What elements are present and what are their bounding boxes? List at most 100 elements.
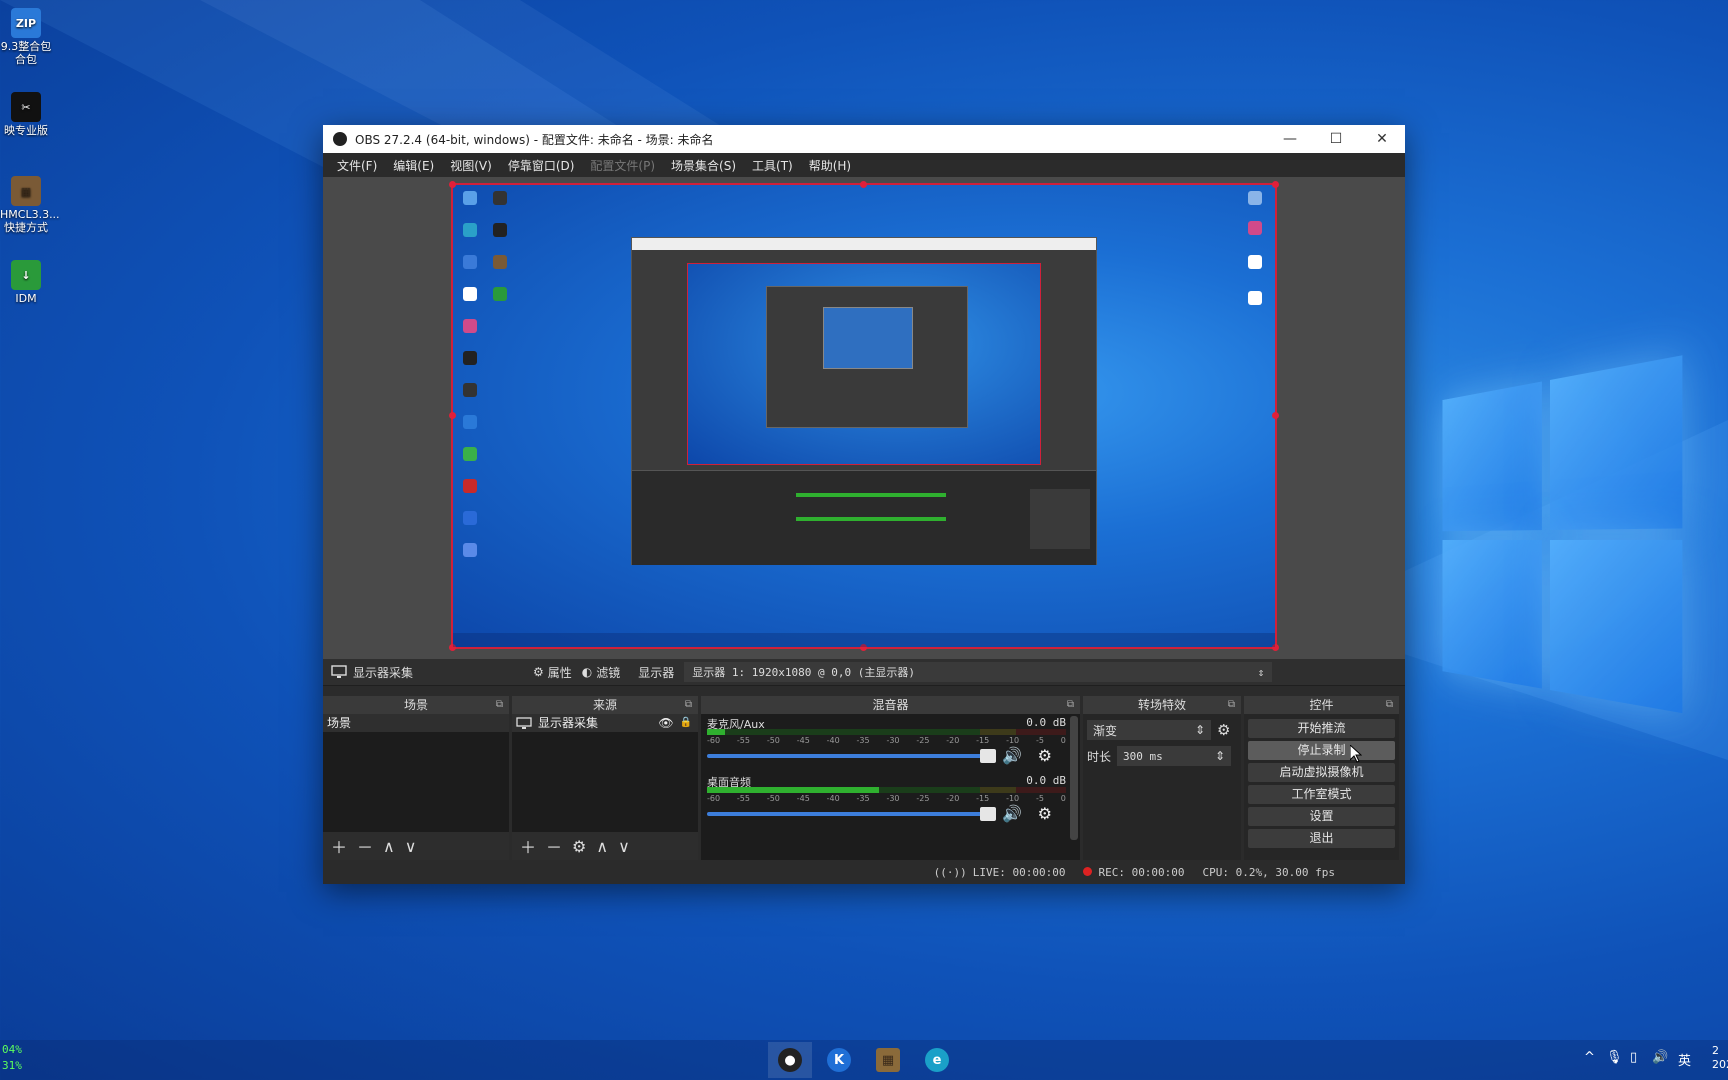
move-down-button[interactable]: ∨ <box>405 837 417 856</box>
mixer-body: 麦克风/Aux 0.0 dB -60 -55 -50 -45 -40 -35 -30 -25-… <box>701 714 1080 860</box>
resize-handle[interactable] <box>449 412 456 419</box>
filter-icon: ◐ <box>581 665 593 679</box>
filters-label: 滤镜 <box>596 665 621 680</box>
properties-label: 属性 <box>547 665 572 680</box>
gear-icon[interactable]: ⚙ <box>1038 746 1052 765</box>
clock[interactable]: 2202 <box>1712 1044 1728 1072</box>
settings-button[interactable]: 设置 <box>1248 807 1395 826</box>
start-virtual-camera-button[interactable]: 启动虚拟摄像机 <box>1248 763 1395 782</box>
volume-slider[interactable] <box>707 749 996 763</box>
resize-handle[interactable] <box>1272 181 1279 188</box>
menu-profile[interactable]: 配置文件(P) <box>582 157 663 174</box>
scenes-dock: 场景 ⧉ 场景 ＋ － ∧ ∨ <box>323 696 509 860</box>
display-capture-preview[interactable] <box>449 181 1279 651</box>
mixer-scrollbar[interactable] <box>1070 716 1078 840</box>
undock-icon[interactable]: ⧉ <box>1228 696 1235 714</box>
speaker-icon[interactable]: 🔊 <box>1002 804 1022 823</box>
add-scene-button[interactable]: ＋ <box>331 834 347 858</box>
undock-icon[interactable]: ⧉ <box>685 696 692 714</box>
close-button[interactable]: ✕ <box>1359 131 1405 147</box>
meter-tick-label: 0 <box>1060 794 1066 803</box>
menu-docks[interactable]: 停靠窗口(D) <box>500 157 583 174</box>
taskbar-app-minecraft[interactable]: ▦ <box>866 1042 910 1078</box>
desktop-icon-capcut[interactable]: ✂ 映专业版 <box>0 92 52 137</box>
sources-list[interactable]: 显示器采集 👁 🔒 <box>512 714 698 832</box>
meter-tick-label: -40 <box>826 736 840 745</box>
minimize-button[interactable]: — <box>1267 131 1313 147</box>
monitor-icon <box>331 665 347 678</box>
mini-desktop-icon <box>1248 221 1262 235</box>
move-up-button[interactable]: ∧ <box>383 837 395 856</box>
tray-overflow-chevron[interactable]: ^ <box>1584 1050 1595 1065</box>
transitions-dock-header: 转场特效 ⧉ <box>1083 696 1241 714</box>
menu-tools[interactable]: 工具(T) <box>744 157 801 174</box>
taskbar-app-edge[interactable]: e <box>915 1042 959 1078</box>
mini-desktop-icon <box>463 351 477 365</box>
speaker-tray-icon[interactable]: 🔊 <box>1652 1050 1668 1065</box>
spin-arrows-icon[interactable]: ⇕ <box>1215 749 1225 763</box>
remove-source-button[interactable]: － <box>546 834 562 858</box>
mini-desktop-icon <box>1248 291 1262 305</box>
transitions-dock: 转场特效 ⧉ 渐变 ⇕ ⚙ 时长 300 ms ⇕ <box>1083 696 1241 860</box>
resize-handle[interactable] <box>449 181 456 188</box>
corner-stats: 04% 31% <box>2 1042 22 1074</box>
scenes-list[interactable]: 场景 <box>323 714 509 832</box>
obs-icon: ● <box>778 1048 802 1072</box>
meter-tick-label: -30 <box>886 794 900 803</box>
cpu-fps-status: CPU: 0.2%, 30.00 fps <box>1202 866 1335 879</box>
lock-icon[interactable]: 🔒 <box>680 714 692 732</box>
menu-view[interactable]: 视图(V) <box>442 157 500 174</box>
title-bar[interactable]: OBS 27.2.4 (64-bit, windows) - 配置文件: 未命名… <box>323 125 1405 153</box>
volume-slider-knob[interactable] <box>980 749 996 763</box>
gear-icon[interactable]: ⚙ <box>1038 804 1052 823</box>
transition-settings-gear-icon[interactable]: ⚙ <box>1217 721 1230 739</box>
volume-slider[interactable] <box>707 807 996 821</box>
display-select[interactable]: 显示器 1: 1920x1080 @ 0,0 (主显示器) ⇕ <box>684 662 1273 682</box>
clock-date: 202 <box>1712 1058 1728 1071</box>
remove-scene-button[interactable]: － <box>357 834 373 858</box>
move-up-button[interactable]: ∧ <box>596 837 608 856</box>
stop-recording-button[interactable]: 停止录制 <box>1248 741 1395 760</box>
volume-slider-knob[interactable] <box>980 807 996 821</box>
resize-handle[interactable] <box>860 181 867 188</box>
properties-button[interactable]: ⚙ 属性 <box>533 664 572 681</box>
taskbar-app-k[interactable]: K <box>817 1042 861 1078</box>
transition-type-select[interactable]: 渐变 ⇕ <box>1087 720 1211 740</box>
mixer-channel-mic: 麦克风/Aux 0.0 dB -60 -55 -50 -45 -40 -35 -30 -25-… <box>707 716 1066 772</box>
undock-icon[interactable]: ⧉ <box>1386 696 1393 714</box>
battery-icon[interactable]: ▯ <box>1630 1050 1637 1065</box>
studio-mode-button[interactable]: 工作室模式 <box>1248 785 1395 804</box>
menu-edit[interactable]: 编辑(E) <box>385 157 442 174</box>
filters-button[interactable]: ◐ 滤镜 <box>582 664 621 681</box>
source-settings-button[interactable]: ⚙ <box>572 837 586 856</box>
start-streaming-button[interactable]: 开始推流 <box>1248 719 1395 738</box>
menu-help[interactable]: 帮助(H) <box>801 157 859 174</box>
speaker-icon[interactable]: 🔊 <box>1002 746 1022 765</box>
menu-file[interactable]: 文件(F) <box>329 157 385 174</box>
microphone-icon[interactable]: 🎙 <box>1606 1050 1623 1065</box>
desktop-icon-zip[interactable]: ZIP 9.3整合包 合包 <box>0 8 52 66</box>
add-source-button[interactable]: ＋ <box>520 834 536 858</box>
mini-desktop-icon <box>493 191 507 205</box>
undock-icon[interactable]: ⧉ <box>496 696 503 714</box>
exit-button[interactable]: 退出 <box>1248 829 1395 848</box>
source-item[interactable]: 显示器采集 👁 🔒 <box>512 714 698 732</box>
undock-icon[interactable]: ⧉ <box>1067 696 1074 714</box>
mini-desktop-icon <box>463 479 477 493</box>
maximize-button[interactable]: ☐ <box>1313 131 1359 147</box>
ime-indicator[interactable]: 英 <box>1678 1050 1691 1069</box>
duration-spinbox[interactable]: 300 ms ⇕ <box>1117 746 1232 766</box>
meter-tick-label: -25 <box>916 794 930 803</box>
scenes-dock-title: 场景 <box>403 698 428 712</box>
move-down-button[interactable]: ∨ <box>618 837 630 856</box>
scene-item[interactable]: 场景 <box>323 714 509 732</box>
chevron-updown-icon: ⇕ <box>1194 723 1205 737</box>
preview-area[interactable] <box>323 177 1405 659</box>
resize-handle[interactable] <box>1272 412 1279 419</box>
menu-scene-collection[interactable]: 场景集合(S) <box>663 157 744 174</box>
live-timer: LIVE: 00:00:00 <box>972 866 1066 879</box>
desktop-icon-idm[interactable]: ↓ IDM <box>0 260 52 305</box>
taskbar-app-obs[interactable]: ● <box>768 1042 812 1078</box>
desktop-icon-hmcl[interactable]: ▦ HMCL3.3... 快捷方式 <box>0 176 60 234</box>
eye-icon[interactable]: 👁 <box>658 714 673 732</box>
